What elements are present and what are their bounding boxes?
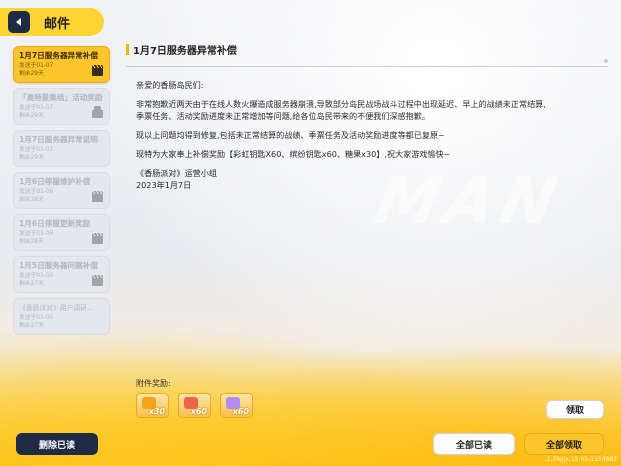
mail-date: 2023年1月7日 [136,180,192,190]
clapper-icon [92,275,103,286]
mail-item-server-notice-0107[interactable]: 1月7日服务器异常说明 发送于01-07 剩余29天 [13,130,110,167]
read-all-button[interactable]: 全部已读 [433,433,515,455]
attachments-list: x30 x60 x60 [136,393,253,418]
attachment-qty: x60 [232,407,249,416]
mail-item-remaining: 剩余29天 [19,155,44,161]
mail-content: 1月7日服务器异常补偿 亲爱的香肠岛民们: 非常抱歉近两天由于在线人数火爆造成服… [126,42,608,198]
attachment-qty: x60 [190,407,207,416]
clapper-icon [92,191,103,202]
delete-read-button[interactable]: 删除已读 [16,433,98,455]
mail-item-server-compensation-0105[interactable]: 1月5日服务器问题补偿 发送于01-05 剩余27天 [13,256,110,293]
header-bar: 邮件 [0,8,104,36]
mail-paragraph-2: 现以上问题均得到修复,包括未正常结算的战绩、季票任务及活动奖励进度等都已复原~ [136,130,445,140]
mail-item-ultraman-event[interactable]: 「奥特曼集结」活动奖励 发送于01-07 剩余29天 [13,88,110,125]
mail-item-sent: 发送于01-05 [19,315,54,321]
mail-item-sent: 发送于01-07 [19,147,54,153]
mail-item-title: 1月6日停服维护补偿 [19,177,91,186]
back-arrow-icon[interactable] [8,11,30,33]
claim-all-button[interactable]: 全部领取 [524,433,604,455]
mail-item-server-compensation-0107[interactable]: 1月7日服务器异常补偿 发送于01-07 剩余29天 [13,46,110,83]
attachment-colorful-key[interactable]: x60 [220,393,253,418]
title-divider [126,66,608,67]
attachment-qty: x30 [148,407,165,416]
mail-item-title: 「奥特曼集结」活动奖励 [19,93,103,102]
mail-title-text: 1月7日服务器异常补偿 [133,46,237,57]
mail-signature: 《香肠派对》运营小组 [136,168,217,178]
mail-item-user-survey[interactable]: 《香肠派对》用户调研... 发送于01-05 剩余27天 [13,298,110,335]
mail-item-title: 1月5日服务器问题补偿 [19,261,98,270]
page-title: 邮件 [44,16,71,32]
mail-item-title: 1月7日服务器异常补偿 [19,51,98,60]
mail-list: 1月7日服务器异常补偿 发送于01-07 剩余29天 「奥特曼集结」活动奖励 发… [13,46,110,340]
mail-paragraph-1-line-2: 季票任务、活动奖励进度未正常增加等问题,给各位岛民带来的不便我们深感抱歉。 [136,111,430,121]
claim-button[interactable]: 领取 [546,400,604,419]
clapper-icon [92,233,103,244]
mail-item-update-reward-0106[interactable]: 1月6日停服更新奖励 发送于01-06 剩余28天 [13,214,110,251]
mail-paragraph-1-line-1: 非常抱歉近两天由于在线人数火爆造成服务器崩溃,导致部分岛民战场战斗过程中出现延迟… [136,99,546,109]
mail-greeting: 亲爱的香肠岛民们: [136,80,204,90]
mail-item-title: 《香肠派对》用户调研... [19,304,94,312]
attachment-candy[interactable]: x30 [136,393,169,418]
mail-item-maintenance-compensation-0106[interactable]: 1月6日停服维护补偿 发送于01-06 剩余28天 [13,172,110,209]
mail-item-remaining: 剩余27天 [19,323,44,329]
mail-item-title: 1月7日服务器异常说明 [19,135,98,144]
mail-content-title: 1月7日服务器异常补偿 [126,42,608,61]
version-text: 1.79pjx.15.05-1154883 [546,456,617,463]
mail-item-title: 1月6日停服更新奖励 [19,219,91,228]
title-divider-dot [604,59,608,63]
gift-icon [92,106,103,118]
mail-paragraph-3: 现特为大家奉上补偿奖励【彩虹钥匙X60、缤纷钥匙x60、糖果x30】,祝大家游戏… [136,149,451,159]
clapper-icon [92,65,103,76]
mail-body: 亲爱的香肠岛民们: 非常抱歉近两天由于在线人数火爆造成服务器崩溃,导致部分岛民战… [126,79,608,191]
attachment-rainbow-key[interactable]: x60 [178,393,211,418]
title-accent-bar [126,44,129,55]
attachments-label: 附件奖励: [136,379,171,388]
